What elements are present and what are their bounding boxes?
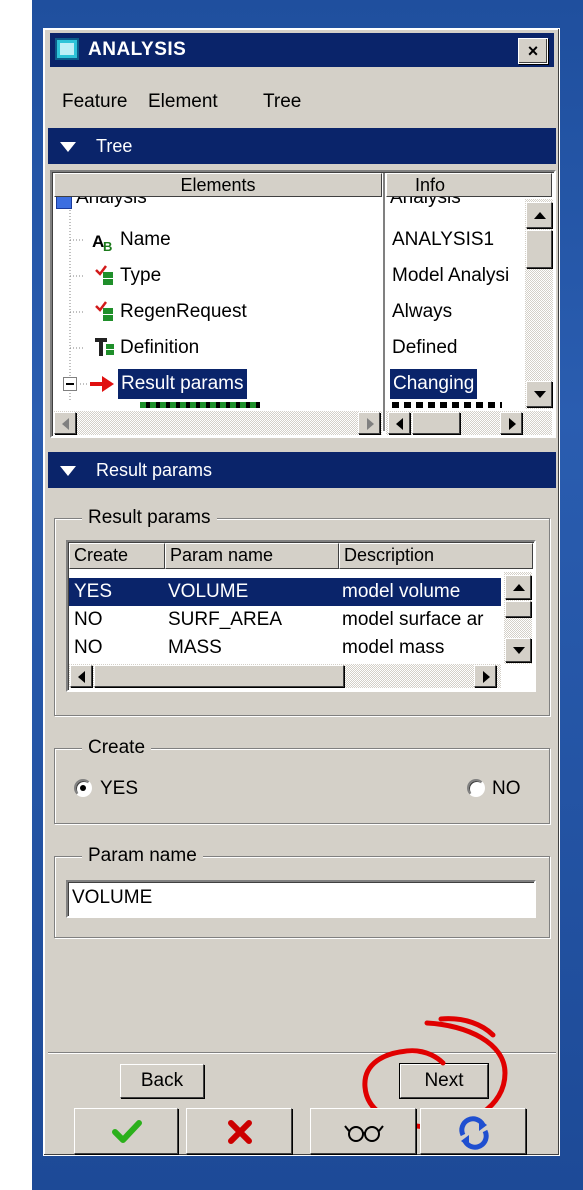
table-cell-create: NO bbox=[74, 609, 103, 630]
menu-tree[interactable]: Tree bbox=[263, 88, 301, 116]
glasses-icon bbox=[344, 1125, 384, 1142]
definition-icon bbox=[94, 336, 116, 358]
info-scroll-right-button[interactable] bbox=[500, 412, 522, 434]
tree-row-result-params[interactable]: Result params bbox=[118, 369, 247, 399]
table-cell-description: model mass bbox=[342, 637, 445, 658]
info-horizontal-scrollbar[interactable] bbox=[386, 411, 552, 435]
red-arrow-icon bbox=[88, 373, 116, 395]
name-ab-icon: AB bbox=[92, 228, 118, 254]
table-cell-description: model volume bbox=[342, 581, 461, 602]
tree-row-name[interactable]: Name bbox=[120, 225, 171, 255]
tree-row-partial bbox=[140, 402, 260, 408]
scroll-up-button[interactable] bbox=[526, 202, 552, 228]
ok-button[interactable] bbox=[74, 1108, 178, 1154]
table-scroll-thumb[interactable] bbox=[505, 601, 531, 617]
create-yes-radio[interactable] bbox=[74, 779, 92, 797]
param-name-input[interactable]: VOLUME bbox=[66, 880, 536, 918]
checkmark-icon bbox=[112, 1120, 142, 1143]
refresh-icon bbox=[459, 1116, 489, 1150]
result-params-section-header[interactable]: Result params bbox=[48, 452, 556, 488]
svg-text:B: B bbox=[103, 239, 112, 254]
table-hscroll-thumb[interactable] bbox=[94, 665, 344, 687]
table-cell-create: YES bbox=[74, 581, 113, 602]
result-params-group-title: Result params bbox=[82, 506, 217, 530]
window-app-icon bbox=[55, 38, 79, 60]
table-cell-description: model surface ar bbox=[342, 609, 484, 630]
table-scroll-up-button[interactable] bbox=[505, 575, 531, 599]
tree-info-name: ANALYSIS1 bbox=[392, 229, 495, 250]
tree-info-regenrequest: Always bbox=[392, 301, 453, 322]
result-section-label: Result params bbox=[96, 460, 213, 480]
create-group-title: Create bbox=[82, 736, 152, 760]
back-button[interactable]: Back bbox=[120, 1064, 204, 1098]
create-no-label[interactable]: NO bbox=[492, 776, 521, 802]
param-name-group-title: Param name bbox=[82, 844, 203, 868]
tree-row-regenrequest[interactable]: RegenRequest bbox=[120, 297, 247, 327]
tree-section-header[interactable]: Tree bbox=[48, 128, 556, 164]
table-scroll-down-button[interactable] bbox=[505, 638, 531, 662]
column-divider bbox=[383, 173, 385, 431]
info-scroll-left-button[interactable] bbox=[388, 412, 410, 434]
cancel-button[interactable] bbox=[186, 1108, 292, 1154]
menu-feature[interactable]: Feature bbox=[62, 88, 127, 116]
tree-row-definition[interactable]: Definition bbox=[120, 333, 199, 363]
scroll-left-button[interactable] bbox=[54, 412, 76, 434]
collapse-triangle-icon bbox=[60, 142, 76, 152]
tree-row-label: Analysis bbox=[76, 197, 147, 208]
cross-icon bbox=[228, 1120, 252, 1144]
create-no-radio[interactable] bbox=[467, 779, 485, 797]
info-scroll-thumb[interactable] bbox=[412, 412, 460, 434]
preview-button[interactable] bbox=[310, 1108, 416, 1154]
collapse-triangle-icon bbox=[60, 466, 76, 476]
param-name-column-header[interactable]: Param name bbox=[165, 543, 339, 569]
create-column-header[interactable]: Create bbox=[69, 543, 165, 569]
tree-row[interactable]: Analysis bbox=[54, 197, 380, 215]
tree-info-result-params: Changing bbox=[390, 369, 478, 399]
collapse-minus-icon[interactable] bbox=[63, 377, 77, 391]
menu-element[interactable]: Element bbox=[148, 88, 218, 116]
tree-info-definition: Defined bbox=[392, 337, 458, 358]
scroll-down-button[interactable] bbox=[526, 381, 552, 407]
tree-info-label: Analysis bbox=[390, 197, 461, 208]
regen-icon bbox=[94, 300, 116, 322]
description-column-header[interactable]: Description bbox=[339, 543, 533, 569]
type-icon bbox=[94, 264, 116, 286]
table-cell-param: MASS bbox=[168, 637, 222, 658]
table-cell-param: SURF_AREA bbox=[168, 609, 283, 630]
scroll-right-button[interactable] bbox=[358, 412, 380, 434]
analysis-icon bbox=[56, 197, 72, 209]
table-cell-create: NO bbox=[74, 637, 103, 658]
tree-section-label: Tree bbox=[96, 136, 133, 156]
close-button[interactable]: × bbox=[518, 38, 548, 64]
repaint-button[interactable] bbox=[420, 1108, 526, 1154]
tree-info-partial bbox=[392, 402, 502, 408]
scroll-thumb[interactable] bbox=[526, 230, 552, 268]
table-scroll-left-button[interactable] bbox=[70, 665, 92, 687]
tree-row-type[interactable]: Type bbox=[120, 261, 161, 291]
elements-horizontal-scrollbar[interactable] bbox=[54, 411, 382, 435]
table-cell-param: VOLUME bbox=[168, 581, 249, 602]
info-column-header[interactable]: Info bbox=[386, 173, 552, 197]
create-yes-label[interactable]: YES bbox=[100, 776, 138, 802]
window-title: ANALYSIS bbox=[88, 39, 187, 60]
table-scroll-right-button[interactable] bbox=[474, 665, 496, 687]
